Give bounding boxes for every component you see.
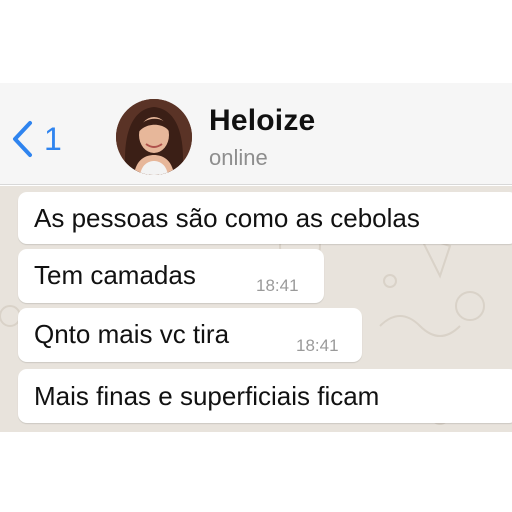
message-text: As pessoas são como as cebolas bbox=[34, 203, 420, 233]
message-bubble[interactable]: Tem camadas 18:41 bbox=[18, 249, 324, 303]
chevron-left-icon bbox=[10, 119, 34, 159]
message-text: Qnto mais vc tira bbox=[34, 319, 230, 349]
message-bubble[interactable]: As pessoas são como as cebolas bbox=[18, 192, 512, 244]
chat-area[interactable]: As pessoas são como as cebolas Tem camad… bbox=[0, 186, 512, 432]
message-bubble[interactable]: Mais finas e superficiais ficam bbox=[18, 369, 512, 423]
back-button[interactable]: 1 bbox=[10, 118, 62, 160]
message-bubble[interactable]: Qnto mais vc tira 18:41 bbox=[18, 308, 362, 362]
message-text: Mais finas e superficiais ficam bbox=[34, 381, 380, 411]
contact-avatar[interactable] bbox=[116, 99, 192, 175]
contact-status: online bbox=[209, 145, 268, 170]
message-time: 18:41 bbox=[296, 336, 339, 355]
message-time: 18:41 bbox=[256, 276, 299, 295]
message-text: Tem camadas bbox=[34, 260, 196, 290]
unread-count: 1 bbox=[44, 121, 62, 157]
contact-name[interactable]: Heloize bbox=[209, 104, 315, 138]
